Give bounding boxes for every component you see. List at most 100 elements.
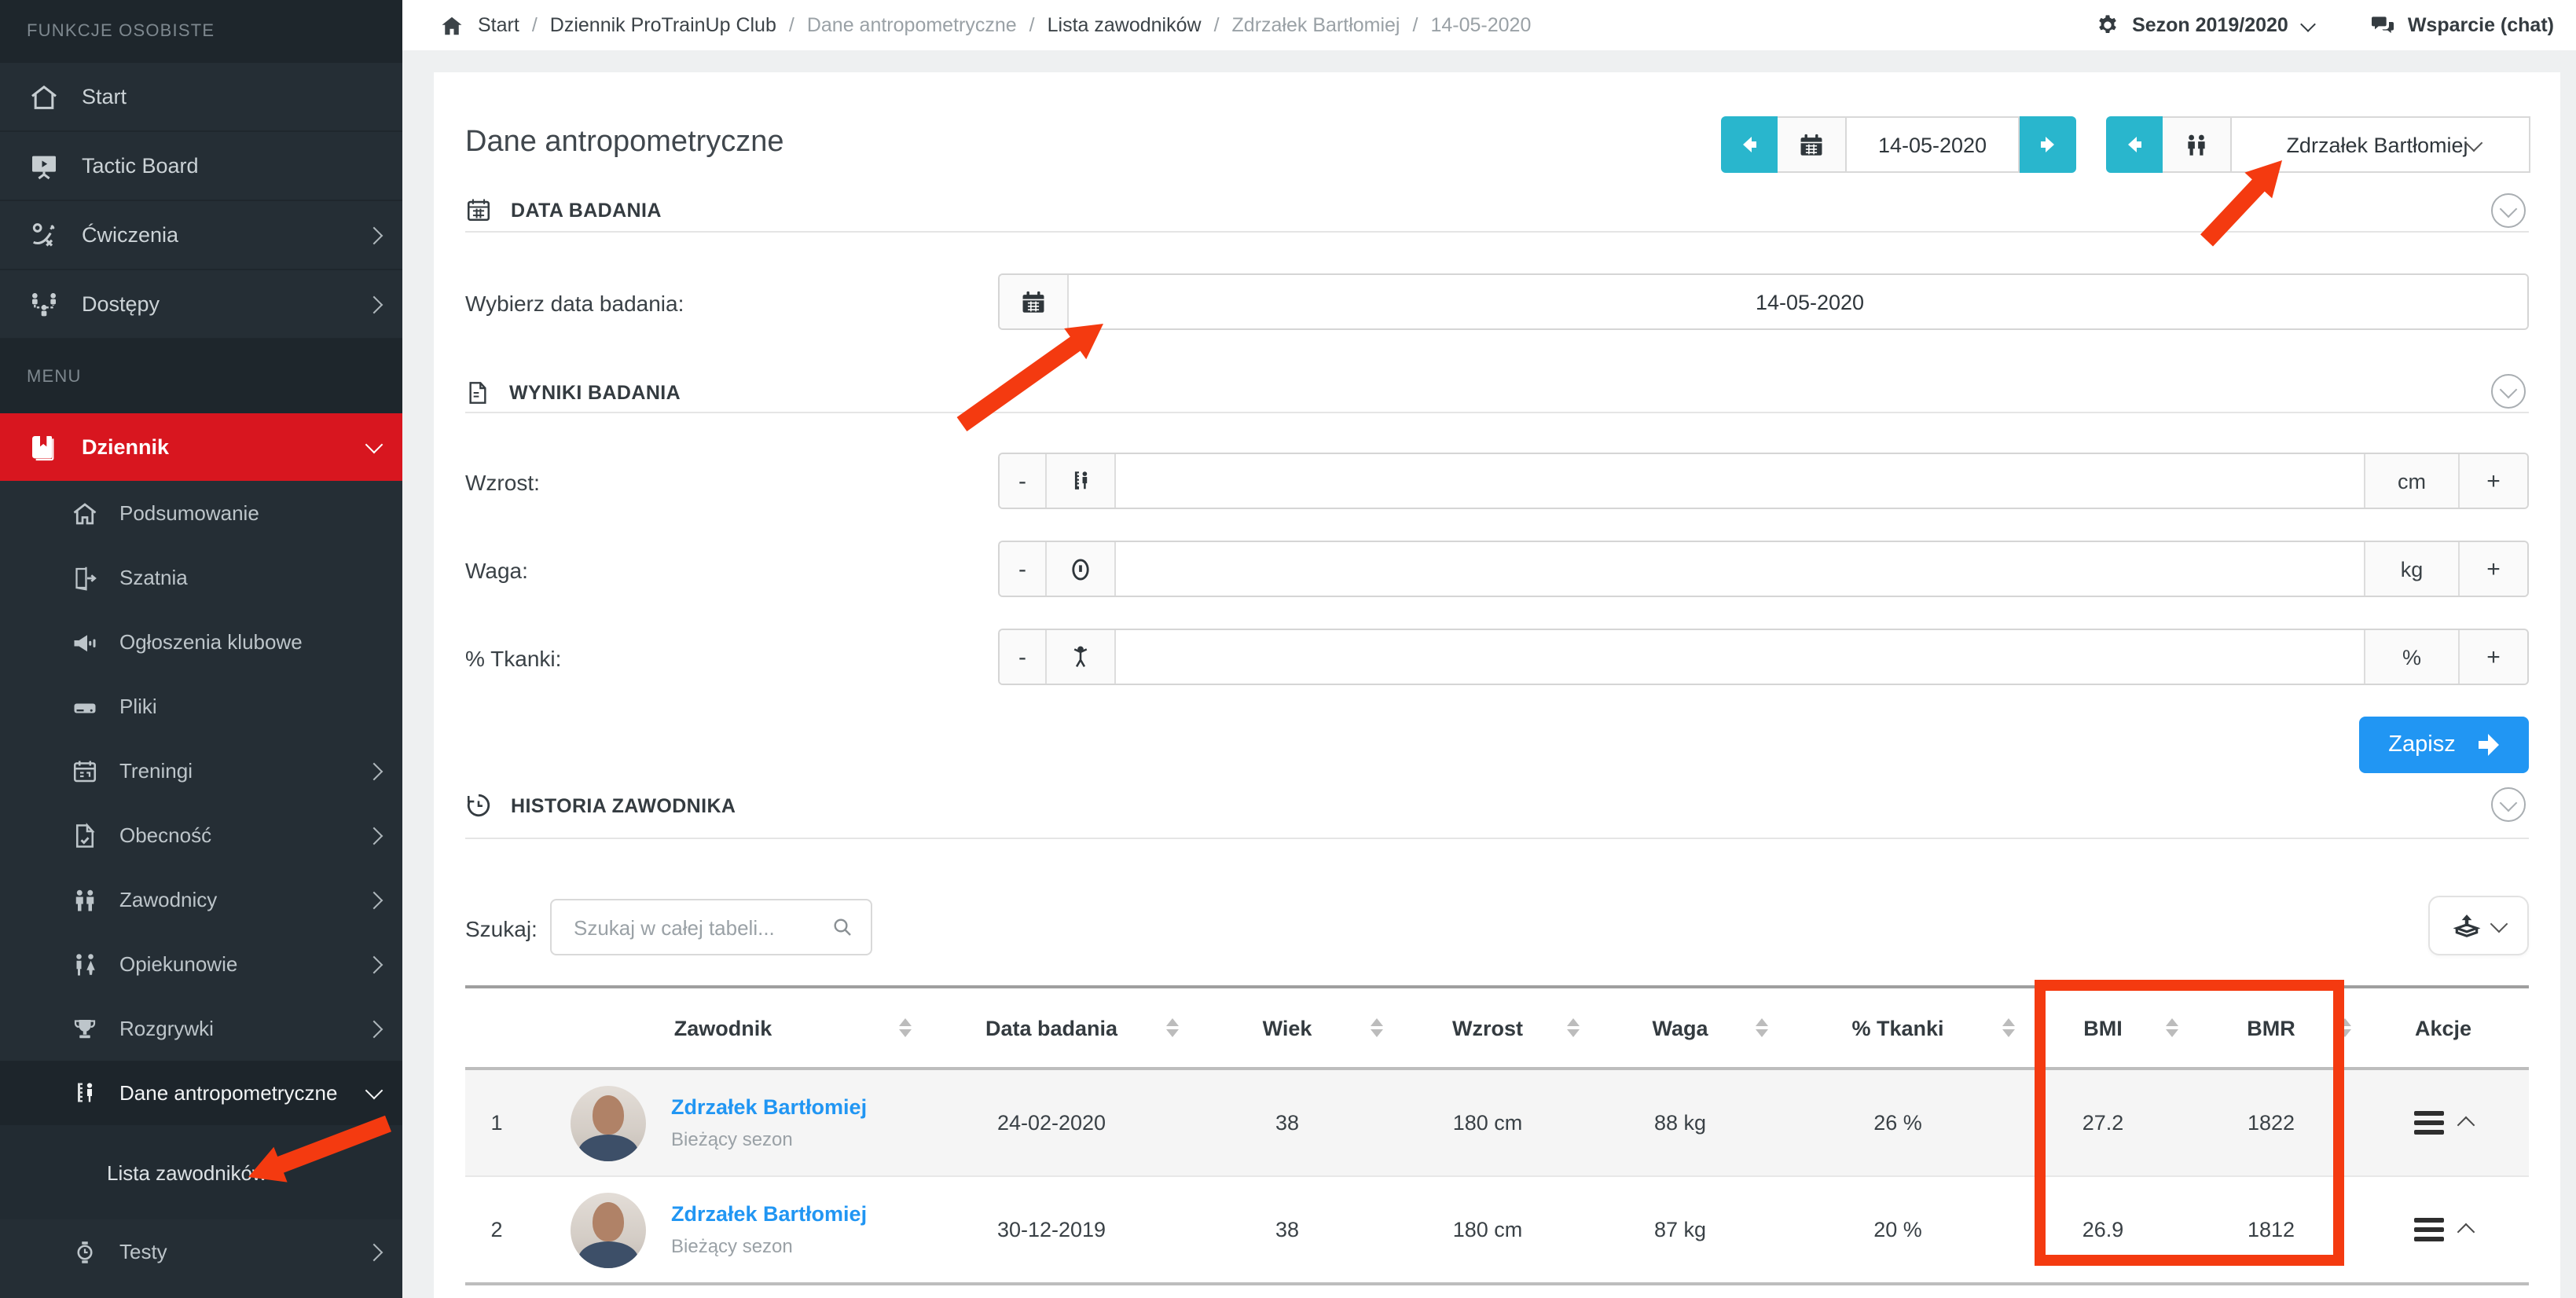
weight-cell: 87 kg (1586, 1176, 1774, 1284)
sidebar-item-dziennik[interactable]: Dziennik (0, 413, 402, 481)
exercises-tactics-icon (27, 218, 61, 252)
height-decrement-button[interactable]: - (1000, 454, 1047, 508)
table-header-row: Zawodnik Data badania Wiek Wzrost Waga %… (465, 987, 2529, 1069)
collapse-exam-date-button[interactable] (2491, 193, 2526, 228)
collapse-results-button[interactable] (2491, 374, 2526, 409)
sort-icon[interactable] (1756, 1018, 1768, 1037)
breadcrumb-home-icon[interactable] (440, 13, 464, 37)
col-akcje: Akcje (2358, 987, 2529, 1069)
sidebar-item-start[interactable]: Start (0, 63, 402, 132)
sidebar-subitem-lista-zawodnikow[interactable]: Lista zawodników (0, 1125, 402, 1219)
chevron-up-icon[interactable] (2457, 1116, 2475, 1135)
section-title: DATA BADANIA (511, 199, 662, 221)
body-figure-icon (1047, 630, 1116, 684)
col-wiek[interactable]: Wiek (1185, 987, 1389, 1069)
sidebar-subitem-pliki[interactable]: Pliki (0, 674, 402, 739)
col-tkanki[interactable]: % Tkanki (1774, 987, 2021, 1069)
breadcrumb-separator: / (1029, 14, 1035, 36)
bmr-cell: 1812 (2185, 1176, 2358, 1284)
save-button[interactable]: Zapisz (2359, 717, 2529, 773)
col-data-badania[interactable]: Data badania (918, 987, 1185, 1069)
calendar-button[interactable] (1778, 116, 1847, 173)
age-cell: 38 (1185, 1069, 1389, 1176)
next-date-button[interactable] (2020, 116, 2076, 173)
sidebar-subitem-dane-antropometryczne[interactable]: Dane antropometryczne (0, 1061, 402, 1125)
fat-input-group: - % + (998, 629, 2529, 685)
sidebar-section-menu: MENU (0, 339, 402, 413)
breadcrumb-separator: / (1214, 14, 1220, 36)
sidebar-subitem-obecnosc[interactable]: Obecność (0, 803, 402, 867)
sort-icon[interactable] (2166, 1018, 2178, 1037)
sidebar-subitem-treningi[interactable]: Treningi (0, 739, 402, 803)
breadcrumb-item[interactable]: 14-05-2020 (1430, 14, 1531, 36)
age-cell: 38 (1185, 1176, 1389, 1284)
sidebar-subitem-szatnia[interactable]: Szatnia (0, 545, 402, 610)
collapse-history-button[interactable] (2491, 787, 2526, 822)
prev-player-button[interactable] (2106, 116, 2163, 173)
sidebar-subitem-testy[interactable]: Testy (0, 1219, 402, 1284)
breadcrumb-separator: / (1413, 14, 1418, 36)
fat-increment-button[interactable]: + (2458, 630, 2527, 684)
sidebar-subitem-ogloszenia[interactable]: Ogłoszenia klubowe (0, 610, 402, 674)
chevron-down-icon (365, 435, 383, 453)
sidebar-subitem-label: Lista zawodników (107, 1160, 267, 1184)
trainings-calendar-icon (69, 755, 101, 786)
height-input[interactable] (1116, 454, 2364, 508)
exam-date-input[interactable]: 14-05-2020 (1069, 275, 2527, 328)
sidebar-subitem-rozgrywki[interactable]: Rozgrywki (0, 996, 402, 1061)
season-label: Sezon 2019/2020 (2132, 14, 2288, 36)
export-button[interactable] (2428, 896, 2529, 955)
player-select[interactable]: Zdrzałek Bartłomiej (2232, 116, 2530, 173)
season-selector[interactable]: Sezon 2019/2020 (2094, 13, 2314, 38)
breadcrumb-item[interactable]: Dziennik ProTrainUp Club (550, 14, 776, 36)
col-zawodnik[interactable]: Zawodnik (528, 987, 918, 1069)
breadcrumb-item[interactable]: Dane antropometryczne (807, 14, 1017, 36)
chevron-down-icon (365, 1081, 383, 1099)
section-exam-date: DATA BADANIA (465, 196, 662, 223)
sort-icon[interactable] (2339, 1018, 2351, 1037)
sort-icon[interactable] (1567, 1018, 1580, 1037)
sidebar-subitem-label: Opiekunowie (119, 952, 368, 976)
player-link[interactable]: Zdrzałek Bartłomiej (671, 1095, 867, 1119)
fat-decrement-button[interactable]: - (1000, 630, 1047, 684)
weight-input[interactable] (1116, 542, 2364, 596)
sidebar-item-cwiczenia[interactable]: Ćwiczenia (0, 201, 402, 270)
players-icon (2163, 116, 2232, 173)
col-wzrost[interactable]: Wzrost (1389, 987, 1586, 1069)
breadcrumb-item[interactable]: Zdrzałek Bartłomiej (1232, 14, 1400, 36)
weight-increment-button[interactable]: + (2458, 542, 2527, 596)
divider (465, 231, 2529, 233)
sidebar-item-dostepy[interactable]: Dostępy (0, 270, 402, 339)
date-nav-value[interactable]: 14-05-2020 (1847, 116, 2020, 173)
sort-icon[interactable] (1371, 1018, 1383, 1037)
calendar-icon[interactable] (1000, 275, 1069, 328)
breadcrumb: Start / Dziennik ProTrainUp Club / Dane … (440, 13, 1531, 37)
prev-date-button[interactable] (1721, 116, 1778, 173)
sidebar-subitem-zawodnicy[interactable]: Zawodnicy (0, 867, 402, 932)
sidebar-subitem-opiekunowie[interactable]: Opiekunowie (0, 932, 402, 996)
sidebar-subitem-podsumowanie[interactable]: Podsumowanie (0, 481, 402, 545)
sort-icon[interactable] (899, 1018, 912, 1037)
col-bmi[interactable]: BMI (2021, 987, 2185, 1069)
col-bmr[interactable]: BMR (2185, 987, 2358, 1069)
col-waga[interactable]: Waga (1586, 987, 1774, 1069)
row-menu-icon[interactable] (2414, 1110, 2444, 1135)
breadcrumb-item[interactable]: Start (478, 14, 519, 36)
row-menu-icon[interactable] (2414, 1217, 2444, 1241)
chevron-up-icon[interactable] (2457, 1223, 2475, 1241)
player-link[interactable]: Zdrzałek Bartłomiej (671, 1202, 867, 1226)
breadcrumb-item[interactable]: Lista zawodników (1048, 14, 1202, 36)
sort-icon[interactable] (1166, 1018, 1179, 1037)
sort-icon[interactable] (2002, 1018, 2015, 1037)
sidebar-item-tactic-board[interactable]: Tactic Board (0, 132, 402, 201)
height-increment-button[interactable]: + (2458, 454, 2527, 508)
fat-input[interactable] (1116, 630, 2364, 684)
support-chat[interactable]: Wsparcie (chat) (2370, 13, 2554, 38)
actions-cell (2358, 1176, 2529, 1284)
search-input[interactable] (571, 914, 830, 940)
breadcrumb-separator: / (789, 14, 794, 36)
chevron-right-icon (365, 1020, 383, 1038)
document-icon (465, 380, 490, 405)
sidebar-subitem-label: Szatnia (119, 566, 380, 589)
weight-decrement-button[interactable]: - (1000, 542, 1047, 596)
